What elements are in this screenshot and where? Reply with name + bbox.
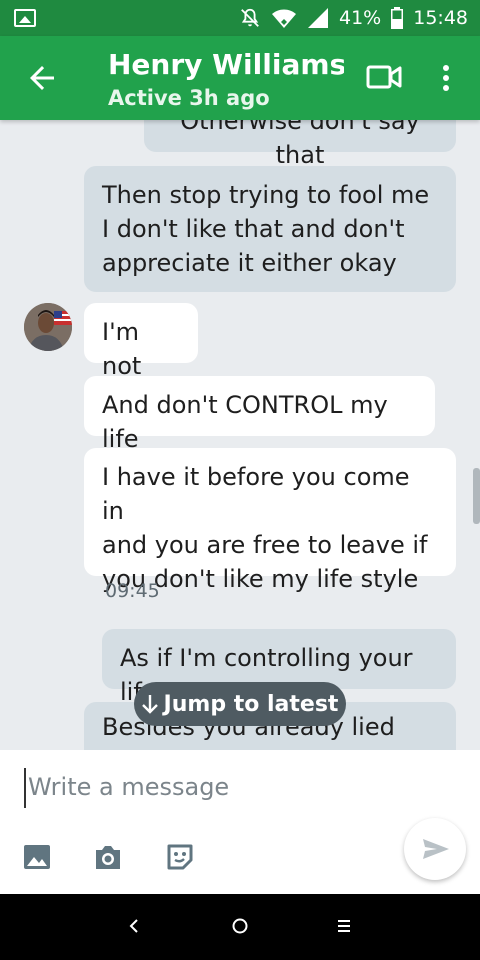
back-arrow-icon[interactable] <box>24 60 60 96</box>
message-composer: Write a message <box>0 750 480 894</box>
status-bar: 41% 15:48 <box>0 0 480 36</box>
message-line: And don't CONTROL my life <box>102 391 388 453</box>
send-button[interactable] <box>404 818 466 880</box>
presence-status: Active 3h ago <box>108 86 270 110</box>
message-line: Otherwise don't say that <box>180 120 420 169</box>
wifi-icon <box>272 9 296 28</box>
avatar-photo <box>24 303 72 351</box>
battery-percent: 41% <box>339 7 382 29</box>
nav-home-icon[interactable] <box>228 914 252 938</box>
message-line: I'm not <box>102 318 142 380</box>
message-line: and you are free to leave if <box>102 531 428 559</box>
message-line: appreciate it either okay <box>102 249 397 277</box>
gallery-icon[interactable] <box>22 842 52 872</box>
app-bar: Henry Williams… Active 3h ago <box>0 36 480 120</box>
message-line: I don't like that and don't <box>102 215 405 243</box>
message-timestamp: 09:45 <box>105 580 160 602</box>
system-navigation-bar <box>0 894 480 960</box>
sticker-icon[interactable] <box>165 842 195 872</box>
message-bubble-incoming[interactable]: And don't CONTROL my life <box>84 376 435 453</box>
message-bubble-outgoing[interactable]: As if I'm controlling your life <box>102 629 456 706</box>
camera-icon[interactable] <box>93 842 123 872</box>
nav-back-icon[interactable] <box>122 914 146 938</box>
message-line: Then stop trying to fool me <box>102 181 430 209</box>
message-list[interactable]: Otherwise don't say that Then stop tryin… <box>0 120 480 750</box>
status-icons: 41% 15:48 <box>239 6 468 30</box>
signal-icon <box>308 8 328 28</box>
clock: 15:48 <box>413 7 468 29</box>
message-bubble-incoming[interactable]: I have it before you come in and you are… <box>84 448 456 593</box>
message-input[interactable]: Write a message <box>24 768 384 808</box>
mute-icon <box>241 8 259 27</box>
message-bubble-outgoing[interactable]: Then stop trying to fool me I don't like… <box>84 166 456 292</box>
message-line: I have it before you come in <box>102 463 410 525</box>
message-bubble-outgoing[interactable]: Otherwise don't say that <box>144 120 456 169</box>
contact-name[interactable]: Henry Williams… <box>108 48 344 81</box>
contact-avatar[interactable] <box>24 303 72 351</box>
jump-to-latest-button[interactable]: Jump to latest <box>134 682 346 726</box>
scrollbar-thumb[interactable] <box>473 468 480 524</box>
nav-recents-icon[interactable] <box>332 914 356 938</box>
send-icon <box>423 839 449 859</box>
video-call-icon[interactable] <box>366 62 402 92</box>
image-icon <box>14 9 36 27</box>
battery-icon <box>391 7 404 29</box>
jump-to-latest-label: Jump to latest <box>163 691 339 717</box>
more-vert-icon[interactable] <box>434 62 458 94</box>
message-bubble-incoming[interactable]: I'm not <box>84 303 198 380</box>
arrow-down-icon <box>141 695 158 714</box>
